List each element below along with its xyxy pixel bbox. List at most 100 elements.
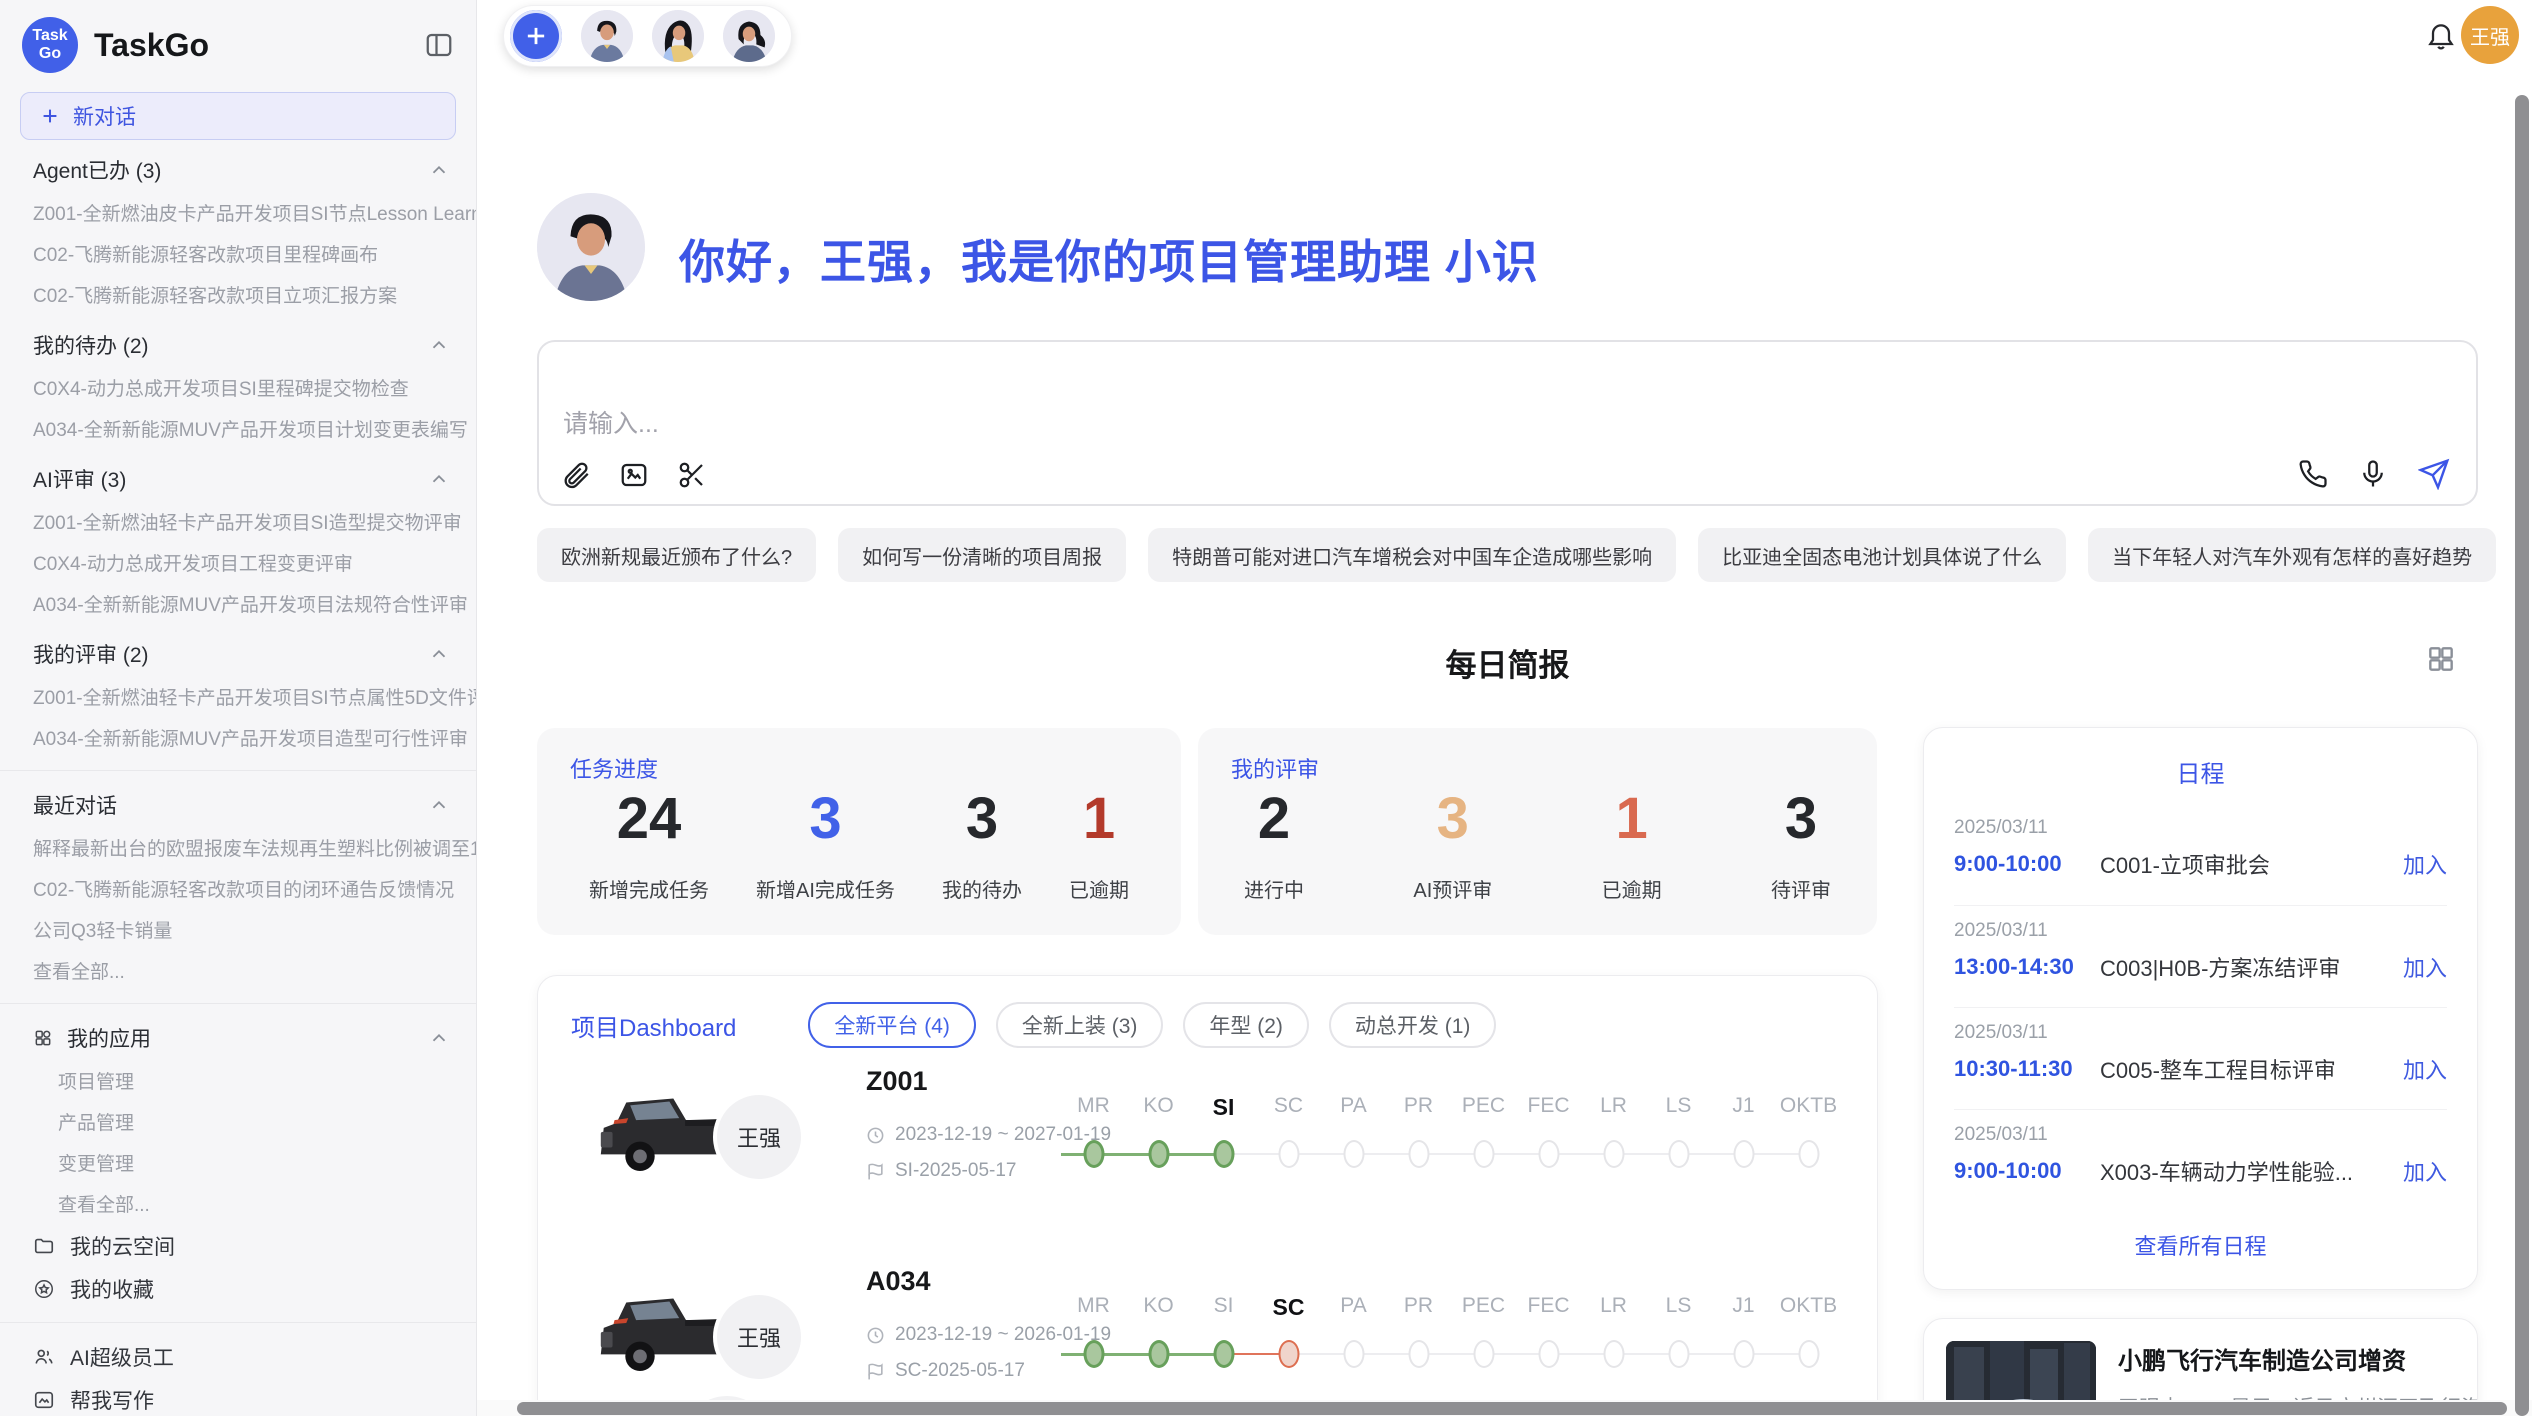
chevron-up-icon[interactable] xyxy=(428,159,450,181)
sidebar-item-ai-super-staff[interactable]: AI超级员工 xyxy=(0,1335,476,1378)
add-agent-button[interactable] xyxy=(510,10,562,62)
suggestion-chip[interactable]: 如何写一份清晰的项目周报 xyxy=(838,528,1126,582)
send-icon[interactable] xyxy=(2418,458,2450,490)
chevron-up-icon[interactable] xyxy=(428,643,450,665)
recent-chat-item[interactable]: C02-飞腾新能源轻客改款项目的闭环通告反馈情况 xyxy=(0,868,476,909)
avatar[interactable] xyxy=(652,10,704,62)
suggestion-chip[interactable]: 特朗普可能对进口汽车增税会对中国车企造成哪些影响 xyxy=(1148,528,1676,582)
sidebar-group-my-review[interactable]: 我的评审 (2) xyxy=(0,632,476,676)
sidebar-item-help-me-write[interactable]: 帮我写作 xyxy=(0,1378,476,1416)
phone-icon[interactable] xyxy=(2298,459,2328,489)
suggestion-chip[interactable]: 欧洲新规最近颁布了什么? xyxy=(537,528,816,582)
schedule-time: 10:30-11:30 xyxy=(1954,1056,2084,1082)
project-row-z001[interactable]: 王强 Z001 2023-12-19 ~ 2027-01-19 SI-2025-… xyxy=(538,1036,1877,1236)
sidebar-item-cloud-space[interactable]: 我的云空间 xyxy=(0,1224,476,1267)
stat-overdue: 1 已逾期 xyxy=(1602,790,1662,903)
recent-chat-item[interactable]: 解释最新出台的欧盟报废车法规再生塑料比例被调至15%... xyxy=(0,827,476,868)
milestone-node[interactable] xyxy=(1278,1340,1299,1368)
milestone-node[interactable] xyxy=(1343,1140,1364,1168)
view-all-schedule-link[interactable]: 查看所有日程 xyxy=(1924,1229,2477,1261)
milestone-node[interactable] xyxy=(1668,1140,1689,1168)
new-chat-label: 新对话 xyxy=(73,101,136,131)
milestone-node[interactable] xyxy=(1148,1140,1169,1168)
join-link[interactable]: 加入 xyxy=(2403,1053,2447,1085)
stat-new-ai-completed: 3 新增AI完成任务 xyxy=(756,790,895,903)
milestone-node[interactable] xyxy=(1668,1340,1689,1368)
sidebar-task-item[interactable]: A034-全新新能源MUV产品开发项目计划变更表编写 xyxy=(0,408,476,449)
sidebar-group-my-apps[interactable]: 我的应用 xyxy=(0,1016,476,1060)
join-link[interactable]: 加入 xyxy=(2403,951,2447,983)
sidebar-item-favorites[interactable]: 我的收藏 xyxy=(0,1267,476,1310)
milestone-node[interactable] xyxy=(1733,1140,1754,1168)
chevron-up-icon[interactable] xyxy=(428,468,450,490)
milestone-node[interactable] xyxy=(1603,1340,1624,1368)
milestone-node[interactable] xyxy=(1798,1140,1819,1168)
milestone-node[interactable] xyxy=(1473,1140,1494,1168)
app-item-change-management[interactable]: 变更管理 xyxy=(0,1142,476,1183)
schedule-title: 日程 xyxy=(1924,754,2477,789)
milestone-node[interactable] xyxy=(1148,1340,1169,1368)
horizontal-scrollbar-thumb[interactable] xyxy=(517,1402,2507,1415)
milestone-node[interactable] xyxy=(1083,1340,1104,1368)
recent-chat-item[interactable]: 公司Q3轻卡销量 xyxy=(0,909,476,950)
new-chat-button[interactable]: 新对话 xyxy=(20,92,456,140)
sidebar-task-item[interactable]: Z001-全新燃油轻卡产品开发项目SI造型提交物评审 xyxy=(0,501,476,542)
milestone-node[interactable] xyxy=(1603,1140,1624,1168)
sidebar-group-ai-review[interactable]: AI评审 (3) xyxy=(0,457,476,501)
project-dashboard-card: 项目Dashboard 全新平台 (4) 全新上装 (3) 年型 (2) 动总开… xyxy=(537,975,1878,1416)
sidebar-task-item[interactable]: A034-全新新能源MUV产品开发项目造型可行性评审 xyxy=(0,717,476,758)
suggestion-chip[interactable]: 当下年轻人对汽车外观有怎样的喜好趋势 xyxy=(2088,528,2496,582)
join-link[interactable]: 加入 xyxy=(2403,1155,2447,1187)
milestone-node[interactable] xyxy=(1408,1140,1429,1168)
sidebar-task-item[interactable]: C02-飞腾新能源轻客改款项目立项汇报方案 xyxy=(0,274,476,315)
schedule-item: 2025/03/11 9:00-10:00 C001-立项审批会 加入 xyxy=(1954,803,2447,905)
app-item-project-management[interactable]: 项目管理 xyxy=(0,1060,476,1101)
join-link[interactable]: 加入 xyxy=(2403,848,2447,880)
chevron-up-icon[interactable] xyxy=(428,334,450,356)
milestone-node[interactable] xyxy=(1538,1340,1559,1368)
collapse-sidebar-icon[interactable] xyxy=(424,30,454,60)
sidebar-task-item[interactable]: C0X4-动力总成开发项目工程变更评审 xyxy=(0,542,476,583)
suggestion-chip[interactable]: 比亚迪全固态电池计划具体说了什么 xyxy=(1698,528,2066,582)
sidebar-group-my-todo[interactable]: 我的待办 (2) xyxy=(0,323,476,367)
layout-grid-icon[interactable] xyxy=(2425,643,2457,675)
app-item-product-management[interactable]: 产品管理 xyxy=(0,1101,476,1142)
sidebar-task-item[interactable]: A034-全新新能源MUV产品开发项目法规符合性评审 xyxy=(0,583,476,624)
chat-composer[interactable]: 请输入... xyxy=(537,340,2478,506)
sidebar-task-item[interactable]: C0X4-动力总成开发项目SI里程碑提交物检查 xyxy=(0,367,476,408)
user-avatar[interactable]: 王强 xyxy=(2461,6,2519,64)
news-title: 小鹏飞行汽车制造公司增资 xyxy=(2118,1341,2478,1376)
project-owner-badge: 王强 xyxy=(713,1091,805,1183)
app-item-view-all[interactable]: 查看全部... xyxy=(0,1183,476,1224)
milestone-node[interactable] xyxy=(1538,1140,1559,1168)
milestone-node[interactable] xyxy=(1213,1140,1234,1168)
paperclip-icon[interactable] xyxy=(561,460,591,490)
image-icon[interactable] xyxy=(619,460,649,490)
vertical-scrollbar-thumb[interactable] xyxy=(2515,95,2529,1416)
sidebar-task-item[interactable]: Z001-全新燃油皮卡产品开发项目SI节点Lesson Learn报告 xyxy=(0,192,476,233)
milestone-node[interactable] xyxy=(1798,1340,1819,1368)
stat-ai-prereview: 3 AI预评审 xyxy=(1413,790,1492,903)
bell-icon[interactable] xyxy=(2425,20,2457,52)
sidebar-group-agent-done[interactable]: Agent已办 (3) xyxy=(0,148,476,192)
milestone-node[interactable] xyxy=(1408,1340,1429,1368)
stat-pending-review: 3 待评审 xyxy=(1771,790,1831,903)
milestone-node[interactable] xyxy=(1213,1340,1234,1368)
scissors-icon[interactable] xyxy=(677,460,707,490)
avatar[interactable] xyxy=(581,10,633,62)
sidebar-task-item[interactable]: Z001-全新燃油轻卡产品开发项目SI节点属性5D文件评审 xyxy=(0,676,476,717)
avatar[interactable] xyxy=(723,10,775,62)
mic-icon[interactable] xyxy=(2358,459,2388,489)
sidebar-header: Task Go TaskGo xyxy=(0,14,476,76)
recent-chat-view-all[interactable]: 查看全部... xyxy=(0,950,476,991)
chevron-up-icon[interactable] xyxy=(428,1027,450,1049)
project-row-a034[interactable]: 王强 A034 2023-12-19 ~ 2026-01-19 SC-2025-… xyxy=(538,1236,1877,1416)
milestone-node[interactable] xyxy=(1733,1340,1754,1368)
sidebar-task-item[interactable]: C02-飞腾新能源轻客改款项目里程碑画布 xyxy=(0,233,476,274)
milestone-node[interactable] xyxy=(1473,1340,1494,1368)
milestone-node[interactable] xyxy=(1083,1140,1104,1168)
milestone-node[interactable] xyxy=(1278,1140,1299,1168)
chevron-up-icon[interactable] xyxy=(428,794,450,816)
milestone-node[interactable] xyxy=(1343,1340,1364,1368)
sidebar-group-recent[interactable]: 最近对话 xyxy=(0,783,476,827)
